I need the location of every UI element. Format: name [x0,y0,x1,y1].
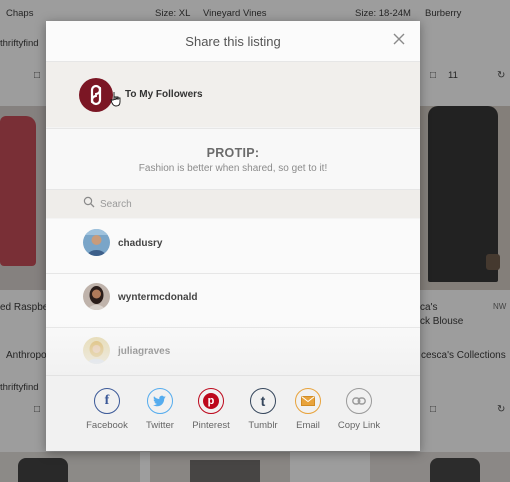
share-label: Twitter [146,420,174,431]
protip-title: PROTIP: [206,146,260,160]
share-label: Email [296,420,320,431]
protip-text: Fashion is better when shared, so get to… [138,163,328,174]
avatar [83,229,110,256]
user-row[interactable]: juliagraves [46,327,420,375]
copy-link-button[interactable]: Copy Link [331,388,387,431]
facebook-icon: f [94,388,120,414]
followers-label[interactable]: To My Followers [125,89,203,100]
share-label: Pinterest [192,420,230,431]
avatar [83,337,110,364]
search-input[interactable] [100,196,360,212]
user-row[interactable]: chadusry [46,219,420,274]
search-icon [83,196,95,208]
protip-banner: PROTIP: Fashion is better when shared, s… [46,128,420,190]
share-pinterest-button[interactable]: p Pinterest [183,388,239,431]
poshmark-logo-icon[interactable] [79,78,113,112]
modal-header: Share this listing [46,21,420,62]
share-label: Facebook [86,420,128,431]
share-twitter-button[interactable]: Twitter [132,388,188,431]
share-label: Copy Link [337,420,381,431]
username: wyntermcdonald [118,292,198,303]
pinterest-icon: p [198,388,224,414]
username: juliagraves [118,346,171,357]
user-list: chadusry wyntermcdonald juliagraves [46,219,420,375]
user-row[interactable]: wyntermcdonald [46,273,420,328]
modal-title: Share this listing [185,34,281,49]
share-email-button[interactable]: Email [280,388,336,431]
link-icon [346,388,372,414]
share-options-bar: f Facebook Twitter p Pinterest t Tumblr [46,375,420,451]
twitter-icon [147,388,173,414]
close-icon[interactable] [392,32,406,46]
search-bar [46,190,420,218]
username: chadusry [118,238,163,249]
share-modal: Share this listing To My Followers PROTI… [46,21,420,451]
tumblr-icon: t [250,388,276,414]
avatar [83,283,110,310]
share-to-followers[interactable]: To My Followers [46,62,420,127]
share-facebook-button[interactable]: f Facebook [79,388,135,431]
email-icon [295,388,321,414]
hand-cursor-icon [110,92,121,107]
